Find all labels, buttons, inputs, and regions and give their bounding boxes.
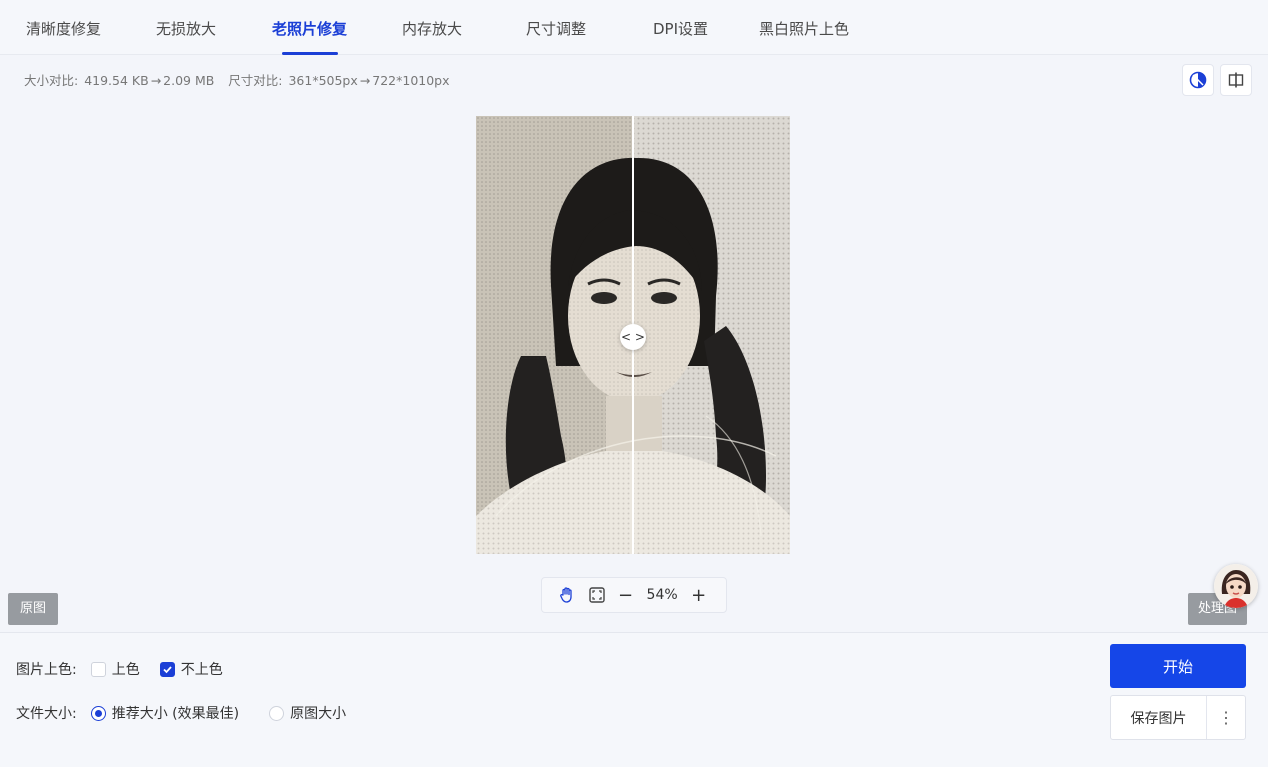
tab-bar: 清晰度修复 无损放大 老照片修复 内存放大 尺寸调整 DPI设置 黑白照片上色 [0,0,1268,55]
split-compare-icon [1228,72,1244,88]
half-circle-contrast-icon [1189,71,1207,89]
pan-hand-button[interactable] [558,586,576,604]
recommended-size-label: 推荐大小 (效果最佳) [111,706,240,722]
fit-screen-icon [589,587,605,603]
comparison-slider-handle[interactable]: < > [620,324,646,350]
colorize-option-label: 上色 [111,662,140,678]
zoom-out-button[interactable]: − [618,585,633,606]
more-options-button[interactable]: ⋮ [1207,696,1245,739]
contrast-toggle-button[interactable] [1182,64,1214,96]
arrow-icon: → [150,73,162,88]
recommended-size-option[interactable]: 推荐大小 (效果最佳) [90,703,240,723]
colorize-row: 图片上色: 上色 不上色 [16,659,243,679]
colorize-checkbox[interactable] [90,661,106,677]
no-colorize-option-label: 不上色 [180,662,223,678]
tab-memory-upscale[interactable]: 内存放大 [402,0,462,55]
assistant-avatar-icon [1214,564,1258,608]
dimension-before: 361*505px [288,73,358,88]
split-compare-button[interactable] [1220,64,1252,96]
tab-lossless-upscale[interactable]: 无损放大 [156,0,216,55]
colorize-label: 图片上色: [16,662,77,678]
no-colorize-option[interactable]: 不上色 [159,659,223,679]
fit-screen-button[interactable] [588,586,606,604]
settings-panel [0,632,1268,767]
size-label: 大小对比: [24,73,79,88]
start-button[interactable]: 开始 [1110,644,1246,688]
arrow-icon: → [359,73,371,88]
original-size-option[interactable]: 原图大小 [269,703,346,723]
zoom-toolbar: − 54% + [541,577,727,613]
assistant-avatar[interactable] [1214,564,1258,608]
hand-icon [560,587,572,603]
dimension-after: 722*1010px [372,73,450,88]
tab-size-adjust[interactable]: 尺寸调整 [526,0,586,55]
dimension-label: 尺寸对比: [228,73,283,88]
size-before: 419.54 KB [84,73,149,88]
size-comparison-info: 大小对比: 419.54 KB → 2.09 MB 尺寸对比: 361*505px →… [24,70,452,89]
colorize-option[interactable]: 上色 [90,659,140,679]
recommended-size-radio[interactable] [90,705,106,721]
original-size-radio[interactable] [269,705,285,721]
save-button-group: 保存图片 ⋮ [1110,695,1246,740]
tab-old-photo-repair[interactable]: 老照片修复 [272,0,347,55]
save-image-button[interactable]: 保存图片 [1111,696,1207,739]
zoom-in-button[interactable]: + [691,585,706,606]
tab-clarity-repair[interactable]: 清晰度修复 [26,0,101,55]
tab-dpi-settings[interactable]: DPI设置 [653,0,708,55]
original-size-label: 原图大小 [290,706,347,722]
file-size-label: 文件大小: [16,706,77,722]
size-after: 2.09 MB [163,73,215,88]
zoom-level: 54% [646,587,678,603]
check-icon [163,665,172,673]
no-colorize-checkbox[interactable] [159,661,175,677]
file-size-row: 文件大小: 推荐大小 (效果最佳) 原图大小 [16,703,366,723]
original-image-label: 原图 [8,593,59,625]
tab-bw-colorize[interactable]: 黑白照片上色 [759,0,849,55]
